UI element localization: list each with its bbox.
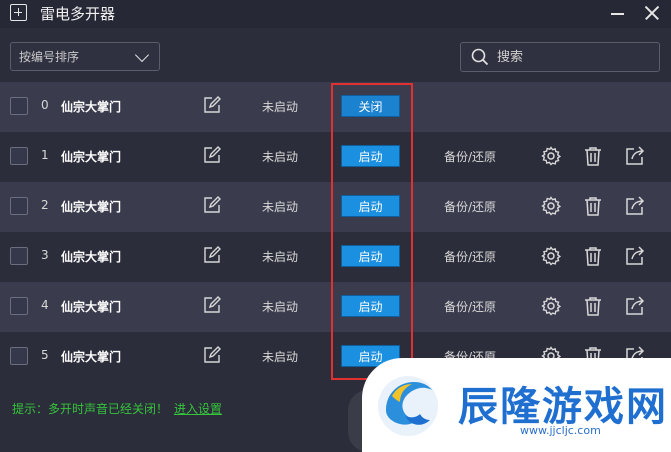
watermark-logo-icon (378, 376, 438, 436)
app-add-icon (10, 4, 27, 21)
list-item: 4 仙宗大掌门 未启动 启动 备份/还原 (0, 282, 671, 332)
list-item: 2 仙宗大掌门 未启动 启动 备份/还原 (0, 182, 671, 232)
title-bar: 雷电多开器 (0, 0, 671, 28)
instance-name: 仙宗大掌门 (61, 350, 122, 364)
sort-dropdown[interactable]: 按编号排序 (10, 42, 160, 71)
instance-name: 仙宗大掌门 (61, 100, 122, 114)
instance-status: 未启动 (262, 250, 299, 264)
edit-icon[interactable] (203, 246, 221, 264)
search-icon (471, 48, 489, 66)
start-button[interactable]: 启动 (341, 195, 400, 217)
instance-index: 5 (41, 348, 49, 362)
instance-index: 4 (41, 298, 49, 312)
stop-button[interactable]: 关闭 (341, 95, 400, 117)
instance-status: 未启动 (262, 150, 299, 164)
edit-icon[interactable] (203, 96, 221, 114)
share-icon[interactable] (625, 296, 645, 316)
gear-icon[interactable] (541, 146, 561, 166)
instance-status: 未启动 (262, 200, 299, 214)
row-checkbox[interactable] (10, 247, 28, 265)
backup-restore-link[interactable]: 备份/还原 (444, 148, 496, 165)
trash-icon[interactable] (584, 196, 602, 216)
window-title: 雷电多开器 (40, 5, 116, 23)
trash-icon[interactable] (584, 146, 602, 166)
watermark: 辰隆游戏网 www.jjcljc.com (362, 358, 671, 452)
instance-index: 1 (41, 148, 49, 162)
settings-link[interactable]: 进入设置 (174, 400, 222, 417)
list-item: 0 仙宗大掌门 未启动 关闭 (0, 82, 671, 132)
sort-label: 按编号排序 (19, 50, 80, 64)
backup-restore-link[interactable]: 备份/还原 (444, 248, 496, 265)
instance-index: 0 (41, 98, 49, 112)
list-item: 3 仙宗大掌门 未启动 启动 备份/还原 (0, 232, 671, 282)
instance-name: 仙宗大掌门 (61, 150, 122, 164)
backup-restore-link[interactable]: 备份/还原 (444, 198, 496, 215)
minimize-button[interactable] (604, 0, 632, 28)
search-box[interactable] (460, 42, 660, 72)
trash-icon[interactable] (584, 296, 602, 316)
instance-status: 未启动 (262, 300, 299, 314)
edit-icon[interactable] (203, 346, 221, 364)
instance-name: 仙宗大掌门 (61, 200, 122, 214)
backup-restore-link[interactable]: 备份/还原 (444, 298, 496, 315)
row-checkbox[interactable] (10, 297, 28, 315)
edit-icon[interactable] (203, 146, 221, 164)
edit-icon[interactable] (203, 196, 221, 214)
instance-status: 未启动 (262, 350, 299, 364)
share-icon[interactable] (625, 146, 645, 166)
edit-icon[interactable] (203, 296, 221, 314)
instance-list: 0 仙宗大掌门 未启动 关闭 1 仙宗大掌门 未启动 启动 备份/还原 2 仙宗… (0, 82, 671, 382)
chevron-down-icon (134, 47, 150, 63)
start-button[interactable]: 启动 (341, 295, 400, 317)
instance-name: 仙宗大掌门 (61, 250, 122, 264)
instance-index: 3 (41, 248, 49, 262)
share-icon[interactable] (625, 246, 645, 266)
close-button[interactable] (638, 0, 666, 28)
search-input[interactable] (497, 47, 647, 67)
row-checkbox[interactable] (10, 97, 28, 115)
instance-index: 2 (41, 198, 49, 212)
instance-status: 未启动 (262, 100, 299, 114)
gear-icon[interactable] (541, 246, 561, 266)
gear-icon[interactable] (541, 196, 561, 216)
trash-icon[interactable] (584, 246, 602, 266)
gear-icon[interactable] (541, 296, 561, 316)
watermark-url: www.jjcljc.com (520, 424, 601, 437)
list-item: 1 仙宗大掌门 未启动 启动 备份/还原 (0, 132, 671, 182)
row-checkbox[interactable] (10, 197, 28, 215)
instance-name: 仙宗大掌门 (61, 300, 122, 314)
start-button[interactable]: 启动 (341, 245, 400, 267)
sound-hint: 提示：多开时声音已经关闭！ (12, 402, 169, 416)
start-button[interactable]: 启动 (341, 145, 400, 167)
share-icon[interactable] (625, 196, 645, 216)
row-checkbox[interactable] (10, 147, 28, 165)
row-checkbox[interactable] (10, 347, 28, 365)
